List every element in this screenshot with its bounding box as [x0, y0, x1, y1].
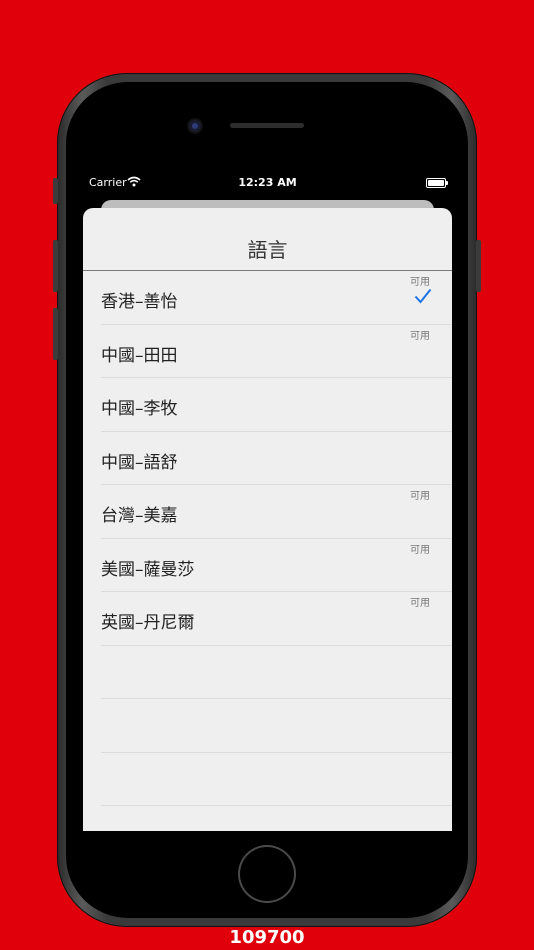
language-list: 香港–善怡 可用 中國–田田 可用 中國–李牧 中國–語舒 台灣–美嘉 可用 美國–薩曼莎 可用英…: [83, 271, 452, 806]
availability-tag: 可用: [410, 330, 430, 342]
language-row[interactable]: 英國–丹尼爾 可用: [83, 592, 452, 646]
volume-down-button: [53, 308, 58, 360]
language-label: 香港–善怡: [101, 292, 178, 312]
silent-switch: [53, 178, 58, 204]
language-row[interactable]: 中國–田田 可用: [83, 325, 452, 379]
language-row[interactable]: 台灣–美嘉 可用: [83, 485, 452, 539]
language-row[interactable]: 美國–薩曼莎 可用: [83, 539, 452, 593]
empty-row: [83, 699, 452, 753]
availability-tag: 可用: [410, 277, 430, 288]
screen: Carrier 12:23 AM 語言 香港–善怡 可用 中國–田田 可用 中國–李牧中…: [81, 170, 454, 831]
status-bar: Carrier 12:23 AM: [81, 170, 454, 194]
language-row[interactable]: 中國–李牧: [83, 378, 452, 432]
language-label: 英國–丹尼爾: [101, 613, 195, 633]
language-row[interactable]: 中國–語舒: [83, 432, 452, 486]
footer-number: 109700: [229, 927, 305, 948]
language-label: 美國–薩曼莎: [101, 559, 195, 580]
availability-tag: 可用: [410, 598, 430, 609]
sheet-title: 語言: [247, 238, 288, 262]
checkmark-icon: [414, 288, 432, 304]
front-camera: [189, 120, 201, 132]
empty-row: [83, 753, 452, 807]
status-time: 12:23 AM: [238, 176, 297, 189]
empty-row: [83, 646, 452, 700]
earpiece-speaker: [230, 123, 304, 128]
language-row[interactable]: 香港–善怡 可用: [83, 271, 452, 325]
availability-tag: 可用: [410, 491, 430, 502]
volume-up-button: [53, 240, 58, 292]
language-label: 台灣–美嘉: [101, 506, 178, 526]
language-sheet: 語言 香港–善怡 可用 中國–田田 可用 中國–李牧 中國–語舒 台灣–美嘉 可用 美國–薩曼莎…: [83, 208, 452, 831]
language-label: 中國–田田: [101, 345, 178, 366]
language-label: 中國–語舒: [101, 452, 178, 473]
battery-icon: [426, 178, 448, 188]
availability-tag: 可用: [410, 544, 430, 556]
power-button: [476, 240, 481, 292]
home-button[interactable]: [238, 845, 296, 903]
language-label: 中國–李牧: [101, 399, 178, 419]
